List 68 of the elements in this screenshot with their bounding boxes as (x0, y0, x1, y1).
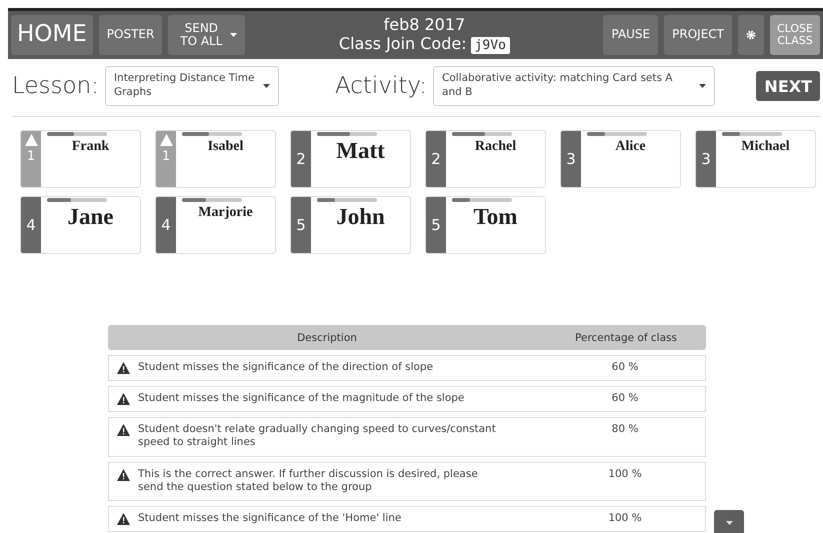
group-number: 2 (431, 150, 441, 168)
menu-button[interactable]: PAUSE (603, 15, 658, 55)
student-card[interactable]: 1 Isabel (155, 130, 276, 188)
activity-label: Activity: (334, 73, 428, 99)
warning-icon (117, 468, 130, 480)
caret-icon (699, 84, 706, 88)
student-name: John (336, 204, 385, 230)
student-card[interactable]: 3 Michael (695, 130, 816, 188)
warning-icon (117, 512, 130, 525)
join-code: j9Vo (470, 36, 510, 54)
group-number: 3 (701, 150, 711, 168)
misconception-text: Student doesn't relate gradually changing speed to curves/constant speed to straight lines (138, 423, 497, 450)
warning-icon (160, 134, 172, 146)
menu-button[interactable]: SEND TO ALL (168, 15, 246, 55)
group-number: 1 (26, 149, 36, 164)
misconception-text: Student misses the significance of the 'Home' line (138, 512, 402, 525)
group-number: 3 (566, 150, 576, 168)
group-number: 2 (296, 150, 306, 168)
percentage-value: 100 % (607, 468, 643, 481)
percentage-value: 60 % (610, 361, 640, 374)
warning-icon (117, 362, 130, 374)
join-code-label: Class Join Code: (338, 34, 467, 53)
student-card[interactable]: 4 Marjorie (155, 196, 276, 254)
misconception-text: This is the correct answer. If further discussion is desired, please send the question stated below to the group (138, 468, 479, 494)
caret-icon (726, 520, 732, 525)
caret-icon (262, 84, 270, 88)
group-number: 1 (162, 149, 170, 164)
group-number: 5 (296, 216, 306, 234)
student-name: Matt (336, 138, 385, 164)
student-card[interactable]: 4 Jane (20, 196, 141, 254)
settings-icon (746, 30, 756, 40)
menu-button[interactable]: PROJECT (664, 15, 732, 55)
warning-icon (24, 134, 38, 146)
group-number: 5 (431, 216, 441, 234)
student-name: Alice (615, 139, 646, 155)
student-name: Tom (474, 204, 518, 230)
lesson-label: Lesson: (12, 73, 99, 99)
expand-button[interactable] (714, 510, 744, 533)
student-name: Isabel (208, 139, 244, 155)
student-name: Michael (741, 139, 790, 155)
column-header: Description (296, 332, 358, 344)
activity-dropdown[interactable]: Collaborative activity: matching Card sets A and B (433, 66, 716, 106)
menu-button[interactable]: POSTER (98, 15, 162, 55)
student-name: Marjorie (198, 205, 253, 221)
student-card[interactable]: 1 Frank (20, 130, 141, 188)
percentage-value: 100 % (607, 512, 643, 525)
student-card[interactable]: 2 Matt (290, 130, 411, 188)
lesson-dropdown[interactable]: Interpreting Distance Time Graphs (104, 66, 279, 106)
student-card[interactable]: 5 John (290, 196, 411, 254)
group-number: 4 (161, 216, 171, 234)
student-name: Frank (72, 139, 110, 155)
misconception-text: Student misses the significance of the direction of slope (138, 361, 434, 374)
warning-icon (117, 424, 130, 436)
warning-icon (117, 393, 130, 406)
column-header: Percentage of class (574, 332, 678, 344)
group-number: 4 (26, 216, 36, 234)
percentage-value: 60 % (610, 392, 640, 406)
class-title: feb8 2017 (384, 16, 466, 35)
student-name: Jane (68, 204, 114, 230)
home-button[interactable]: HOME (11, 15, 93, 55)
settings-button[interactable] (738, 15, 764, 55)
student-card[interactable]: 3 Alice (560, 130, 681, 188)
student-card[interactable]: 5 Tom (425, 196, 546, 254)
next-button[interactable]: NEXT (756, 71, 820, 101)
misconception-text: Student misses the significance of the magnitude of the slope (138, 392, 466, 406)
percentage-value: 80 % (610, 423, 640, 436)
student-card[interactable]: 2 Rachel (425, 130, 546, 188)
student-name: Rachel (474, 139, 516, 155)
